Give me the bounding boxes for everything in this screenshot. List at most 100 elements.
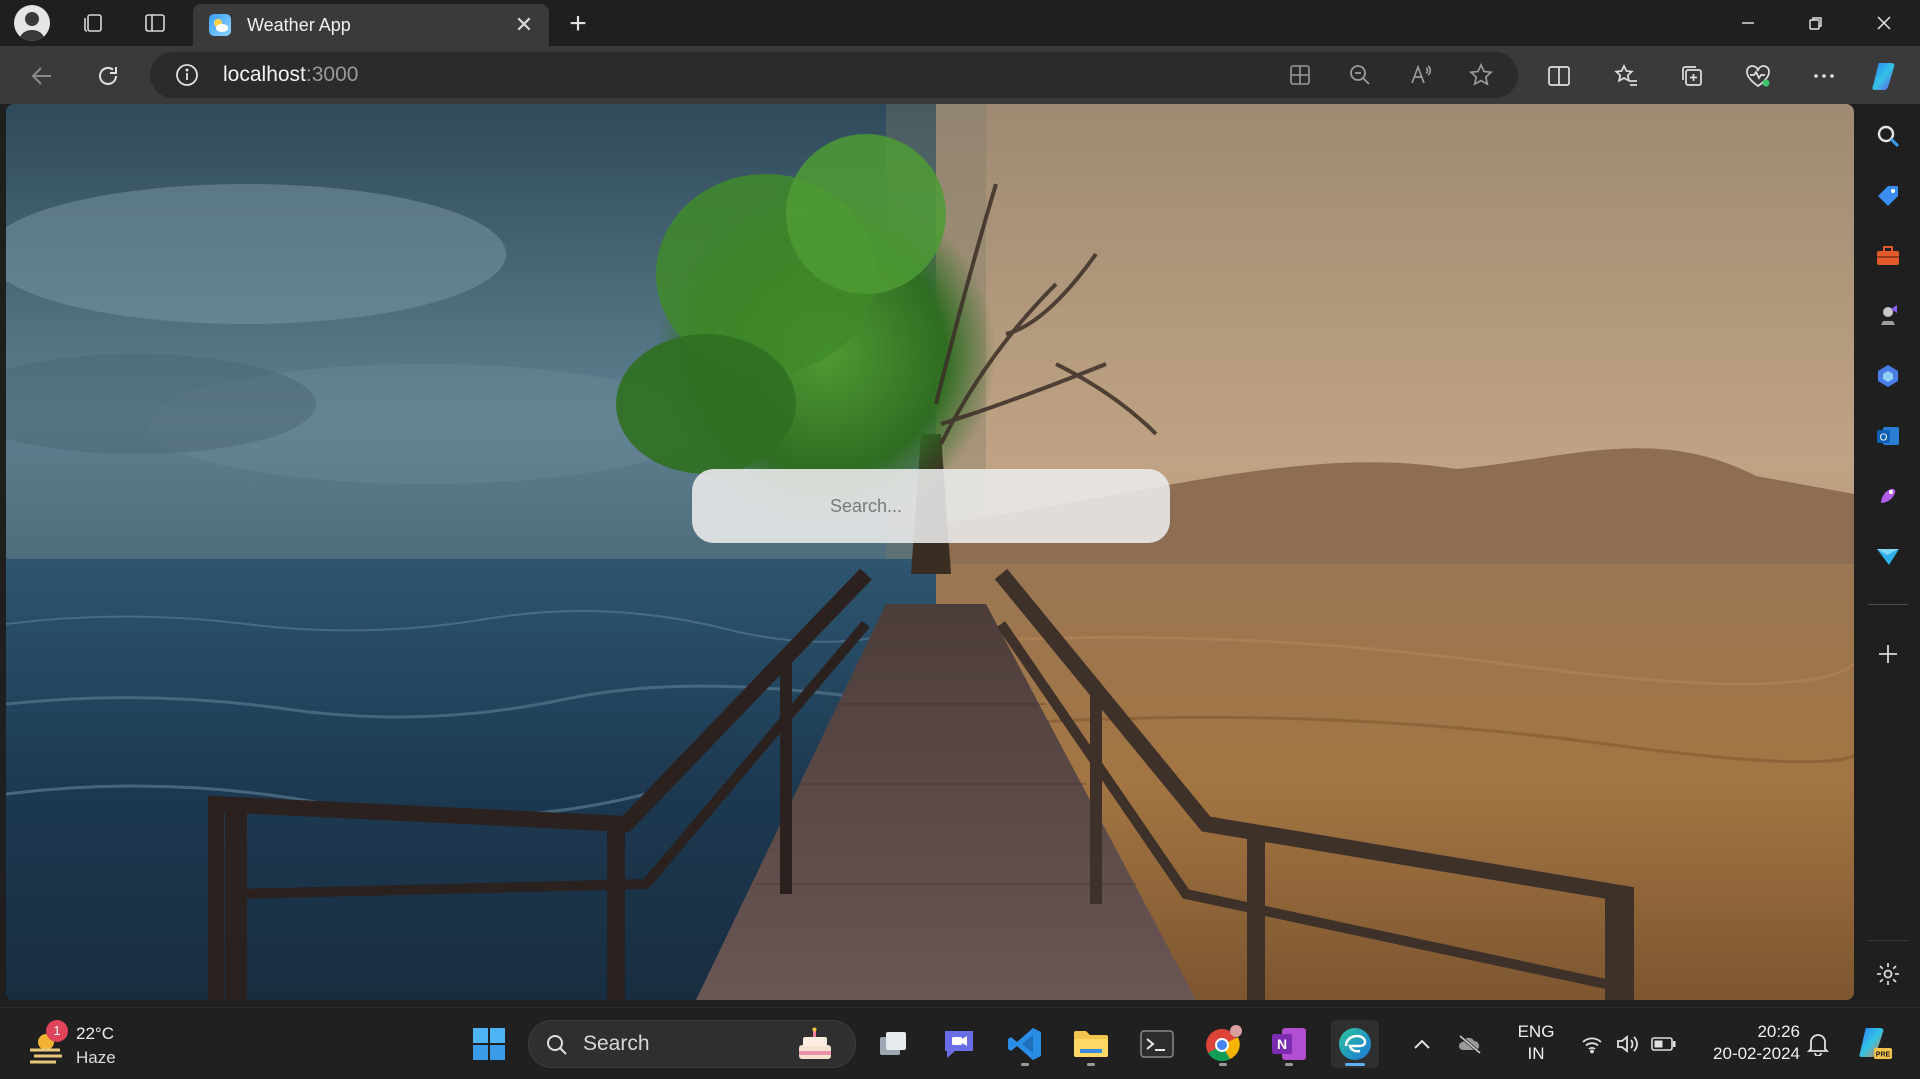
weather-condition: Haze — [76, 1048, 116, 1067]
onedrive-tray-button[interactable] — [1454, 1020, 1486, 1068]
sidebar-divider-bottom — [1868, 940, 1908, 941]
more-options-icon[interactable] — [1804, 56, 1844, 96]
svg-text:O: O — [1880, 433, 1888, 444]
file-explorer-button[interactable] — [1067, 1020, 1115, 1068]
read-aloud-icon[interactable] — [1408, 62, 1434, 93]
running-indicator — [1219, 1063, 1227, 1066]
battery-tray-button[interactable] — [1648, 1020, 1680, 1068]
running-indicator — [1345, 1063, 1365, 1066]
battery-icon — [1651, 1037, 1676, 1051]
navigation-bar: localhost:3000 — [0, 46, 1920, 104]
sidebar-search-icon[interactable] — [1868, 116, 1908, 156]
chrome-icon — [1206, 1025, 1242, 1062]
tab-weather-app[interactable]: Weather App ✕ — [193, 4, 549, 46]
svg-text:PRE: PRE — [1876, 1052, 1891, 1059]
weather-notification-badge: 1 — [46, 1020, 68, 1042]
sidebar-copilot-icon[interactable] — [1868, 356, 1908, 396]
volume-tray-button[interactable] — [1612, 1020, 1644, 1068]
sidebar-shopping-icon[interactable] — [1868, 176, 1908, 216]
split-screen-icon[interactable] — [1539, 56, 1579, 96]
wifi-icon — [1582, 1037, 1602, 1054]
show-hidden-icons-button[interactable] — [1406, 1020, 1438, 1068]
windows-logo-icon — [473, 1028, 505, 1060]
restore-button[interactable] — [1782, 0, 1850, 46]
favorite-star-icon[interactable] — [1468, 62, 1494, 93]
collections-icon[interactable] — [1672, 56, 1712, 96]
address-bar[interactable]: localhost:3000 — [150, 52, 1518, 98]
browser-essentials-icon[interactable] — [1738, 56, 1778, 96]
start-button[interactable] — [465, 1020, 513, 1068]
folder-icon — [1074, 1031, 1108, 1057]
new-tab-button[interactable]: + — [560, 6, 596, 42]
sidebar-send-icon[interactable] — [1868, 536, 1908, 576]
search-icon — [547, 1035, 567, 1055]
notifications-button[interactable] — [1800, 1020, 1836, 1068]
onenote-button[interactable]: N — [1265, 1020, 1313, 1068]
zoom-out-icon[interactable] — [1348, 63, 1372, 92]
minimize-button[interactable] — [1714, 0, 1782, 46]
site-info-icon[interactable] — [174, 62, 200, 93]
taskbar-search-box[interactable]: Search — [528, 1020, 856, 1068]
task-view-icon — [880, 1032, 906, 1055]
sidebar-outlook-icon[interactable]: O — [1868, 416, 1908, 456]
search-input[interactable] — [692, 469, 1170, 543]
clock-date: 20-02-2024 — [1713, 1044, 1800, 1063]
teams-chat-button[interactable] — [935, 1020, 983, 1068]
edge-button[interactable] — [1331, 1020, 1379, 1068]
language-region: IN — [1527, 1044, 1545, 1063]
sidebar-designer-icon[interactable] — [1868, 476, 1908, 516]
copilot-pre-icon: PRE — [1859, 1028, 1892, 1059]
tab-close-icon[interactable]: ✕ — [511, 12, 537, 38]
onedrive-offline-icon — [1459, 1034, 1481, 1054]
taskbar-weather-widget[interactable]: 1 22°C Haze — [26, 1016, 126, 1072]
bell-icon — [1807, 1034, 1829, 1056]
running-indicator — [1021, 1063, 1029, 1066]
url-port: :3000 — [305, 63, 359, 86]
favorites-icon[interactable] — [1606, 56, 1646, 96]
birthday-cake-icon — [799, 1027, 831, 1059]
language-code: ENG — [1517, 1022, 1555, 1041]
weather-app-page — [6, 104, 1854, 1000]
tab-actions-icon[interactable] — [132, 0, 178, 46]
sidebar-tools-icon[interactable] — [1868, 236, 1908, 276]
sidebar-games-icon[interactable] — [1868, 296, 1908, 336]
clock[interactable]: 20:26 20-02-2024 — [1696, 1022, 1800, 1064]
running-indicator — [1285, 1063, 1293, 1066]
vscode-button[interactable] — [1001, 1020, 1049, 1068]
copilot-icon[interactable] — [1866, 56, 1906, 96]
chevron-up-icon — [1414, 1039, 1430, 1049]
close-window-button[interactable] — [1850, 0, 1918, 46]
chrome-button[interactable] — [1199, 1020, 1247, 1068]
tab-title: Weather App — [247, 14, 351, 35]
title-bar: Weather App ✕ + — [0, 0, 1920, 46]
weather-temperature: 22°C — [76, 1024, 114, 1043]
terminal-icon — [1140, 1030, 1174, 1058]
background-landscape-image — [6, 104, 1854, 1000]
weather-app-favicon-icon — [209, 14, 231, 36]
copilot-preview-button[interactable]: PRE — [1850, 1020, 1898, 1068]
input-language-indicator[interactable]: ENG IN — [1510, 1022, 1562, 1064]
edge-sidebar: O — [1856, 104, 1920, 1000]
taskbar-search-label: Search — [583, 1032, 650, 1055]
url-text: localhost:3000 — [223, 63, 358, 87]
profile-avatar-icon[interactable] — [14, 5, 50, 41]
svg-text:N: N — [1277, 1036, 1287, 1052]
edge-icon — [1339, 1028, 1371, 1060]
sidebar-add-icon[interactable] — [1868, 634, 1908, 674]
speaker-icon — [1617, 1035, 1638, 1053]
sidebar-divider — [1868, 604, 1908, 605]
app-available-icon[interactable] — [1288, 63, 1312, 92]
clock-time: 20:26 — [1757, 1022, 1800, 1041]
vscode-icon — [1008, 1028, 1041, 1060]
workspaces-icon[interactable] — [70, 0, 116, 46]
refresh-button[interactable] — [88, 56, 128, 96]
windows-taskbar: 1 22°C Haze Search N ENG IN 20:26 20-02-… — [0, 1007, 1920, 1079]
wifi-tray-button[interactable] — [1576, 1020, 1608, 1068]
task-view-button[interactable] — [869, 1020, 917, 1068]
running-indicator — [1087, 1063, 1095, 1066]
terminal-button[interactable] — [1133, 1020, 1181, 1068]
back-button[interactable] — [22, 56, 62, 96]
teams-chat-icon — [945, 1031, 973, 1058]
onenote-icon: N — [1272, 1028, 1306, 1060]
sidebar-settings-gear-icon[interactable] — [1868, 954, 1908, 994]
